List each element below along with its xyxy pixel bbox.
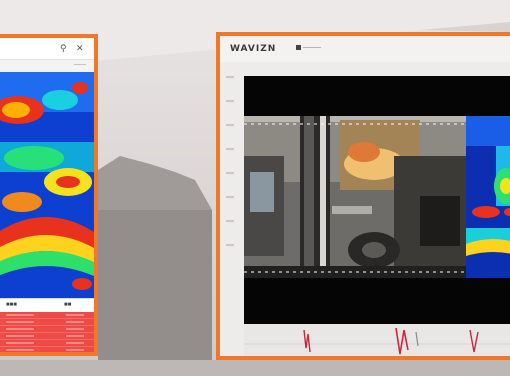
toolbar-tab[interactable]: ■■ — [64, 302, 71, 308]
mobile-app-frame: ⚲ ✕ —— ■■■ ■■ — [0, 34, 98, 356]
search-icon[interactable]: ⚲ — [60, 43, 67, 54]
thermal-inset-heatmap — [466, 116, 510, 278]
alarm-row[interactable] — [0, 340, 94, 347]
video-panel — [244, 76, 510, 324]
desktop-app-frame: WAVIZN ——— — [216, 32, 510, 360]
app-header: WAVIZN ——— — [220, 36, 510, 62]
alarm-row[interactable] — [0, 347, 94, 352]
alarm-row[interactable] — [0, 326, 94, 333]
thermal-heatmap — [0, 72, 94, 298]
alarm-list — [0, 312, 94, 352]
subheader-indicator: —— — [74, 62, 86, 68]
close-icon[interactable]: ✕ — [76, 43, 84, 54]
alarm-row[interactable] — [0, 312, 94, 319]
playback-timeline[interactable] — [244, 324, 510, 356]
brand-logo: WAVIZN — [230, 44, 277, 54]
camera-icon — [296, 45, 301, 50]
camera-nav-link[interactable]: ——— — [296, 45, 321, 51]
thermal-camera-feed[interactable] — [466, 116, 510, 278]
alarm-row[interactable] — [0, 333, 94, 340]
mobile-app-header: ⚲ ✕ — [0, 38, 94, 60]
thermal-image-mobile[interactable] — [0, 72, 94, 298]
alarm-row[interactable] — [0, 319, 94, 326]
visual-camera-feed[interactable] — [244, 116, 466, 278]
nav-link-placeholder: ——— — [303, 45, 321, 52]
timeline-traces — [244, 327, 510, 355]
mobile-app-toolbar: ■■■ ■■ — [0, 298, 94, 312]
camera-frame — [244, 116, 466, 278]
toolbar-tab[interactable]: ■■■ — [6, 302, 17, 308]
mobile-app-subheader: —— — [0, 60, 94, 72]
side-rail — [226, 76, 240, 316]
